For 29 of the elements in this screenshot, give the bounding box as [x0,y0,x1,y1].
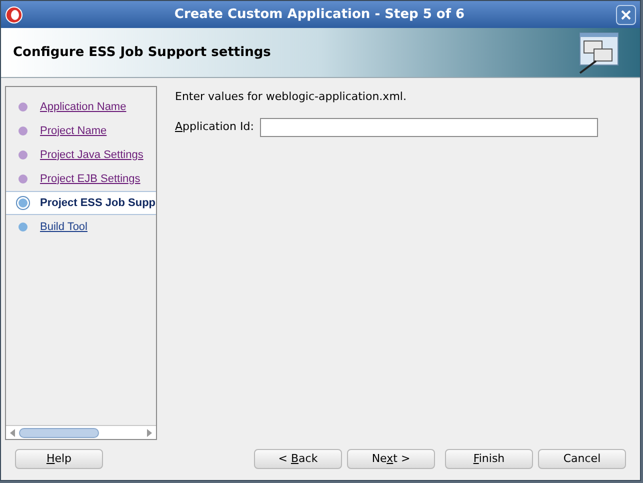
step-dot-icon [16,148,30,162]
wizard-step[interactable]: Build Tool [6,215,156,239]
close-icon [621,10,631,20]
wizard-step[interactable]: Application Name [6,95,156,119]
close-button[interactable] [616,4,636,24]
wizard-button[interactable]: < Back [254,449,342,469]
scroll-thumb[interactable] [19,428,99,438]
instruction-text: Enter values for weblogic-application.xml. [175,89,408,105]
scroll-left-icon[interactable] [10,428,15,436]
page-heading: Configure ESS Job Support settings [13,44,272,62]
wizard-button[interactable]: Next > [347,449,435,469]
wizard-step[interactable]: Project Name [6,119,156,143]
wizard-step[interactable]: Project Java Settings [6,143,156,167]
scroll-right-icon[interactable] [147,428,152,436]
wizard-step[interactable]: Project ESS Job Supp [6,191,156,215]
step-dot-icon [16,196,30,210]
wizard-button[interactable]: Finish [445,449,533,469]
application-id-field[interactable] [260,118,598,136]
step-dot-icon [16,100,30,114]
field-label: Application Id: [175,118,254,135]
wizard-step[interactable]: Project EJB Settings [6,167,156,191]
app-logo-icon [5,6,23,24]
step-dot-icon [16,172,30,186]
step-dot-icon [16,124,30,138]
help-button[interactable]: Help [15,449,103,469]
wizard-button[interactable]: Cancel [538,449,626,469]
horizontal-scrollbar[interactable] [6,425,156,439]
window-title: Create Custom Application - Step 5 of 6 [173,6,466,24]
step-dot-icon [16,220,30,234]
